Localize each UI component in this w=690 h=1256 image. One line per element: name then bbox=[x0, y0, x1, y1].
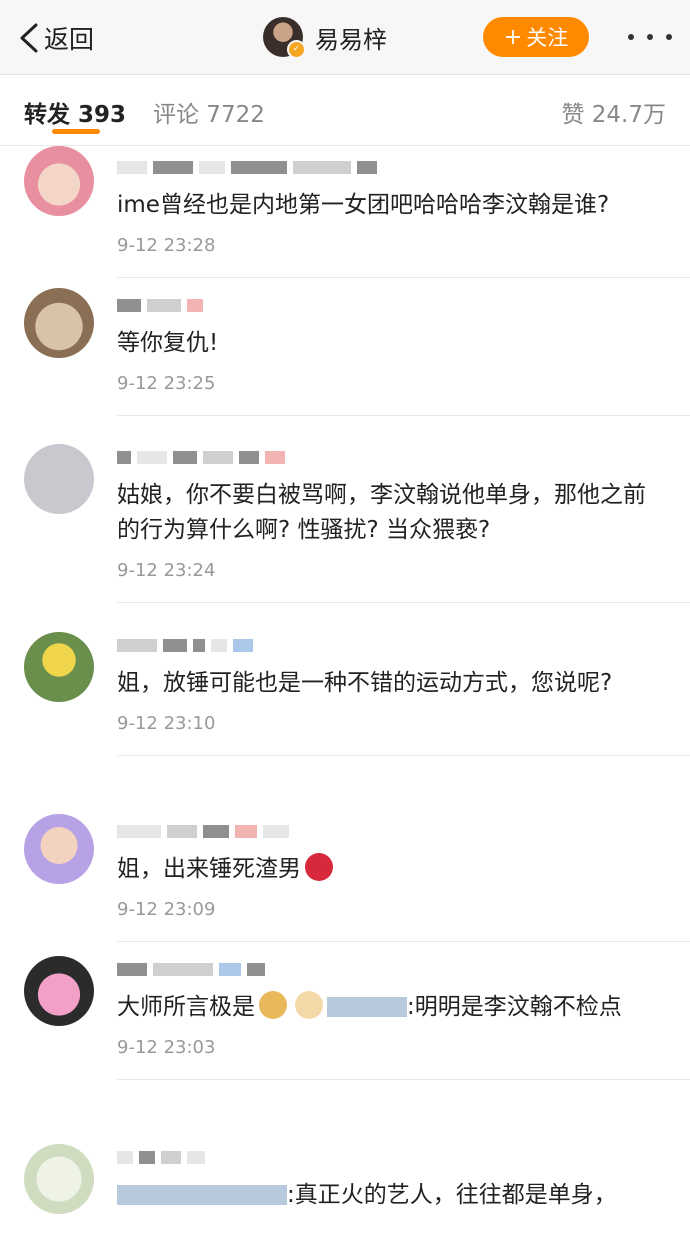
repost-text-prefix: 大师所言极是 bbox=[117, 994, 255, 1020]
divider bbox=[117, 602, 690, 603]
profile-title[interactable]: ✓ 易易梓 bbox=[263, 15, 387, 59]
avatar[interactable] bbox=[24, 288, 94, 358]
page-title: 易易梓 bbox=[315, 25, 387, 54]
divider bbox=[117, 277, 690, 278]
list-item: :真正火的艺人，往往都是单身， bbox=[0, 1136, 690, 1256]
verified-badge-icon: ✓ bbox=[287, 40, 306, 59]
avatar: ✓ bbox=[263, 17, 306, 59]
plus-icon: + bbox=[503, 24, 523, 50]
divider bbox=[117, 941, 690, 942]
follow-button[interactable]: + 关注 bbox=[483, 17, 589, 57]
avatar[interactable] bbox=[24, 632, 94, 702]
list-item: 大师所言极是 :明明是李汶翰不检点 9-12 23:03 bbox=[0, 948, 690, 1124]
username-redacted[interactable] bbox=[117, 624, 690, 660]
boxing-glove-emoji-icon bbox=[305, 853, 333, 881]
doge-emoji-icon bbox=[259, 991, 287, 1019]
list-item: 等你复仇! 9-12 23:25 bbox=[0, 284, 690, 424]
repost-text: 大师所言极是 :明明是李汶翰不检点 bbox=[117, 990, 690, 1025]
username-redacted[interactable] bbox=[117, 436, 690, 472]
chevron-left-icon bbox=[20, 23, 38, 53]
repost-text: 等你复仇! bbox=[117, 330, 219, 356]
avatar[interactable] bbox=[24, 444, 94, 514]
avatar[interactable] bbox=[24, 814, 94, 884]
repost-text: 姐，放锤可能也是一种不错的运动方式，您说呢? bbox=[117, 670, 613, 696]
back-label: 返回 bbox=[44, 25, 95, 54]
tab-like[interactable]: 赞 24.7万 bbox=[561, 95, 666, 129]
list-item: ime曾经也是内地第一女团吧哈哈哈李汶翰是谁? 9-12 23:28 bbox=[0, 146, 690, 278]
more-dots-icon[interactable] bbox=[628, 22, 672, 52]
avatar[interactable] bbox=[24, 1144, 94, 1214]
divider bbox=[117, 415, 690, 416]
repost-text-body: :真正火的艺人，往往都是单身， bbox=[287, 1182, 617, 1208]
mention-redacted[interactable] bbox=[117, 1185, 287, 1205]
ok-hand-emoji-icon bbox=[295, 991, 323, 1019]
tab-repost[interactable]: 转发 393 bbox=[24, 95, 126, 129]
timestamp: 9-12 23:10 bbox=[117, 713, 216, 734]
timestamp: 9-12 23:03 bbox=[117, 1037, 216, 1058]
avatar[interactable] bbox=[24, 956, 94, 1026]
active-tab-indicator bbox=[52, 129, 100, 134]
mention-redacted[interactable] bbox=[327, 997, 407, 1017]
top-navigation-bar: 返回 ✓ 易易梓 + 关注 bbox=[0, 0, 690, 75]
username-redacted[interactable] bbox=[117, 810, 690, 846]
username-redacted[interactable] bbox=[117, 948, 690, 984]
list-item: 姐，放锤可能也是一种不错的运动方式，您说呢? 9-12 23:10 bbox=[0, 624, 690, 798]
username-redacted[interactable] bbox=[117, 1136, 690, 1172]
repost-text-body: :明明是李汶翰不检点 bbox=[407, 994, 622, 1020]
dot bbox=[647, 34, 653, 40]
repost-text-body: 姐，出来锤死渣男 bbox=[117, 856, 301, 882]
repost-text: 姑娘，你不要白被骂啊，李汶翰说他单身，那他之前的行为算什么啊? 性骚扰? 当众猥… bbox=[117, 482, 646, 543]
timestamp: 9-12 23:09 bbox=[117, 899, 216, 920]
timestamp: 9-12 23:28 bbox=[117, 235, 216, 256]
repost-list: ime曾经也是内地第一女团吧哈哈哈李汶翰是谁? 9-12 23:28 等你复仇!… bbox=[0, 146, 690, 1256]
timestamp: 9-12 23:25 bbox=[117, 373, 216, 394]
tab-comment[interactable]: 评论 7722 bbox=[153, 95, 265, 129]
dot bbox=[666, 34, 672, 40]
dot bbox=[628, 34, 634, 40]
divider bbox=[117, 755, 690, 756]
back-button[interactable]: 返回 bbox=[18, 18, 94, 58]
timestamp: 9-12 23:24 bbox=[117, 560, 216, 581]
repost-text: :真正火的艺人，往往都是单身， bbox=[117, 1178, 690, 1213]
repost-text: 姐，出来锤死渣男 bbox=[117, 852, 690, 887]
avatar[interactable] bbox=[24, 146, 94, 216]
username-redacted[interactable] bbox=[117, 146, 690, 182]
divider bbox=[117, 1079, 690, 1080]
list-item: 姐，出来锤死渣男 9-12 23:09 bbox=[0, 810, 690, 942]
tab-bar: 转发 393 评论 7722 赞 24.7万 bbox=[0, 75, 690, 146]
list-item: 姑娘，你不要白被骂啊，李汶翰说他单身，那他之前的行为算什么啊? 性骚扰? 当众猥… bbox=[0, 436, 690, 612]
repost-text: ime曾经也是内地第一女团吧哈哈哈李汶翰是谁? bbox=[117, 192, 610, 218]
follow-label: 关注 bbox=[526, 26, 569, 50]
username-redacted[interactable] bbox=[117, 284, 690, 320]
